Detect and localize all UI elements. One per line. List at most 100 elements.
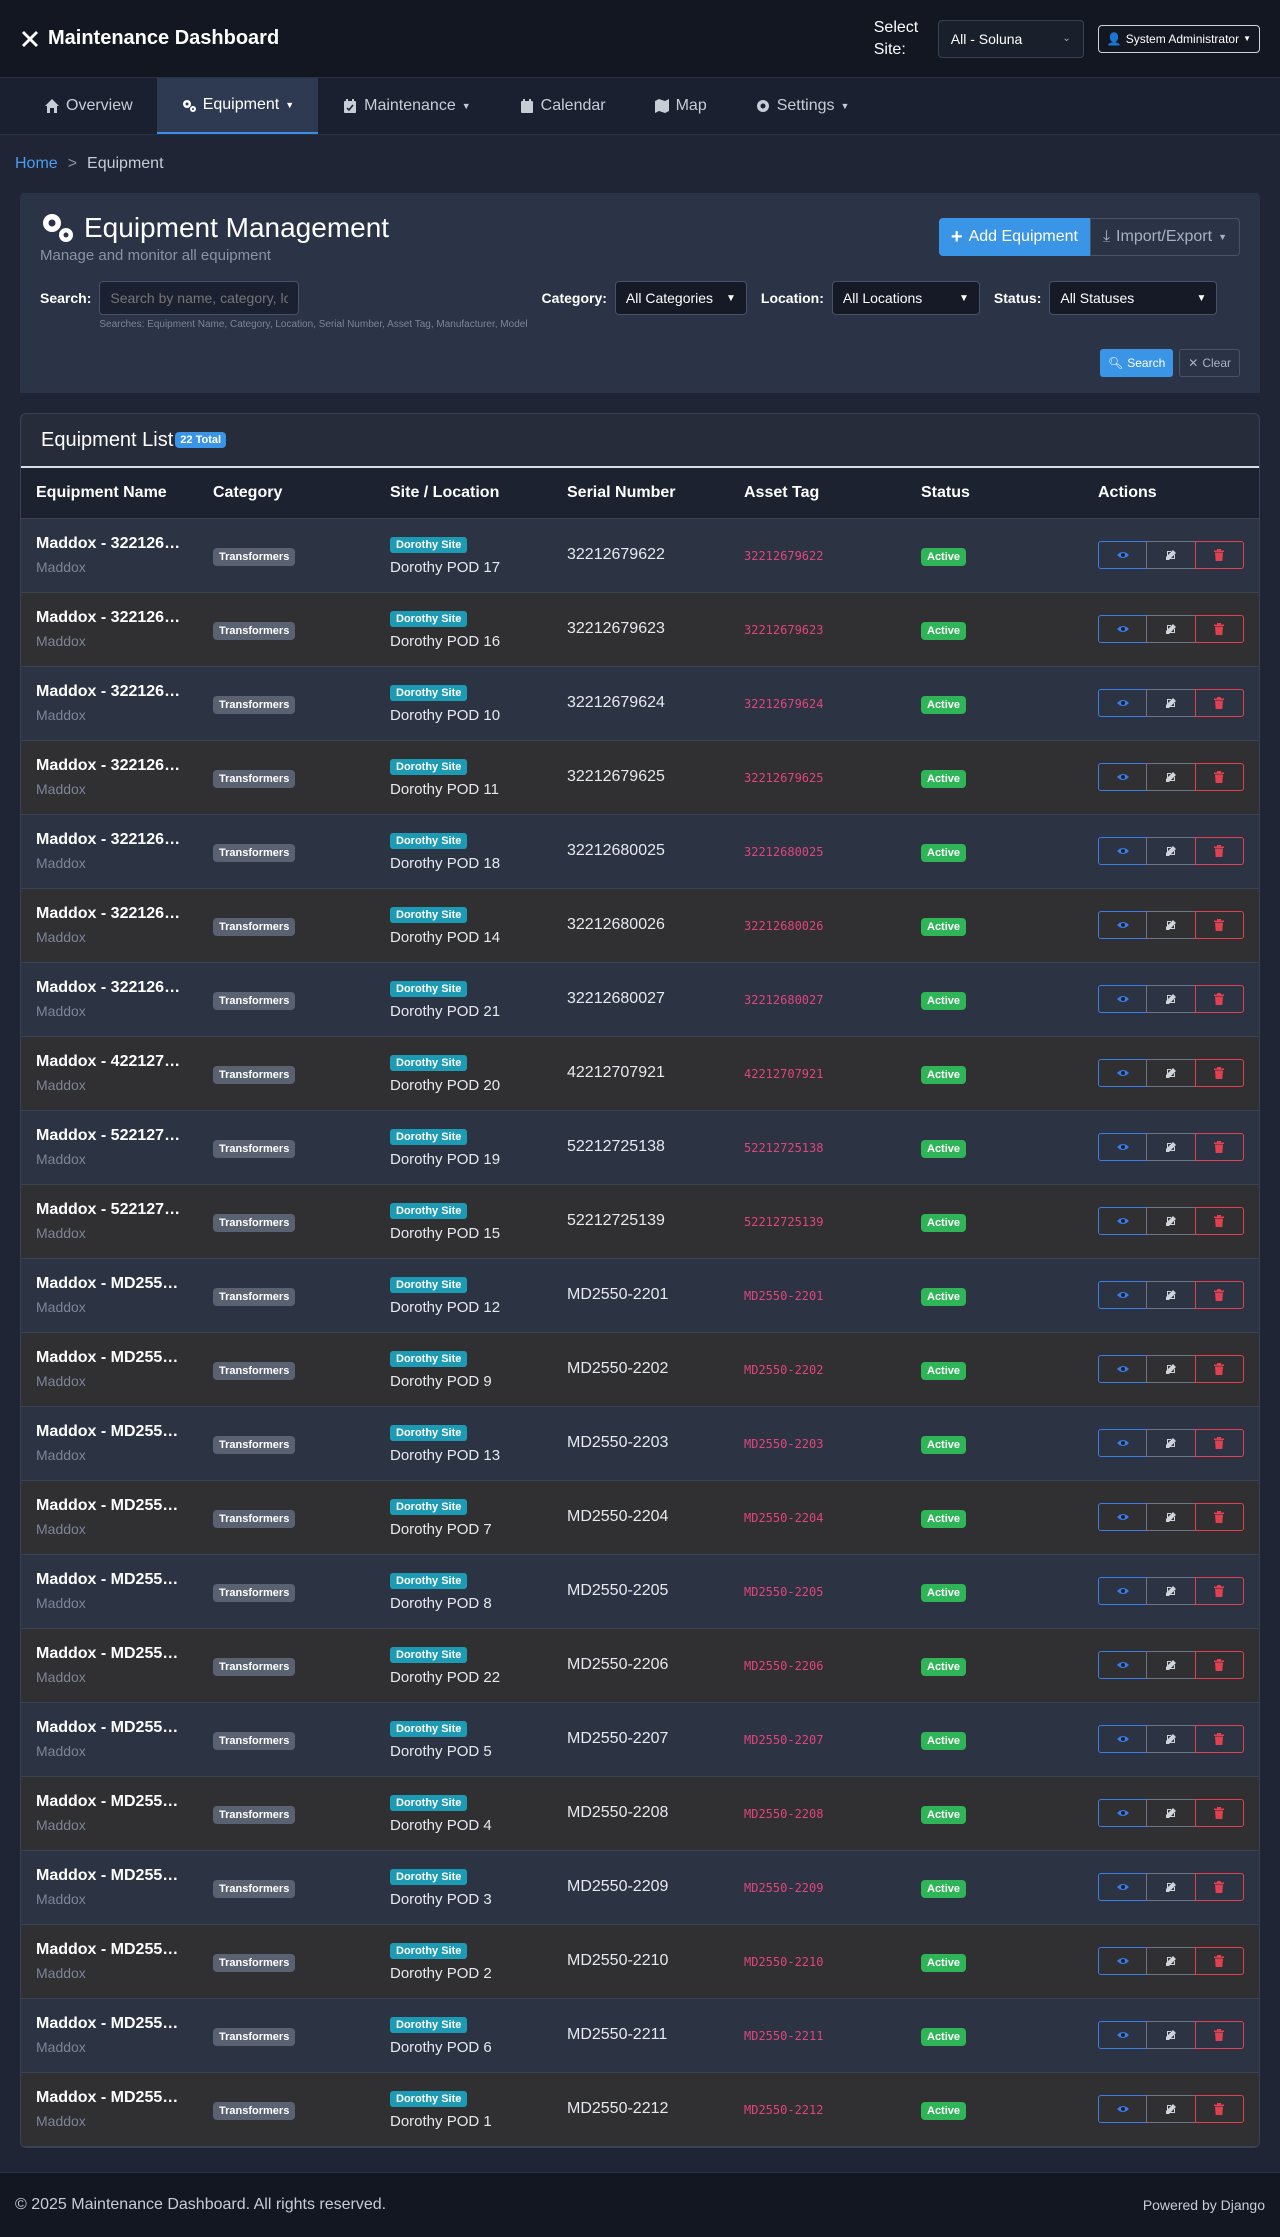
table-row[interactable]: Maddox - MD2550-2211 Maddox Transformers… (21, 1998, 1259, 2072)
delete-button[interactable] (1194, 615, 1244, 643)
nav-maintenance[interactable]: Maintenance ▼ (318, 78, 495, 134)
column-header[interactable]: Serial Number (552, 468, 729, 519)
table-row[interactable]: Maddox - MD2550-2210 Maddox Transformers… (21, 1924, 1259, 1998)
edit-button[interactable] (1146, 1799, 1196, 1827)
view-button[interactable] (1098, 1281, 1148, 1309)
nav-settings[interactable]: Settings ▼ (731, 78, 874, 134)
table-row[interactable]: Maddox - MD2550-2208 Maddox Transformers… (21, 1776, 1259, 1850)
view-button[interactable] (1098, 1577, 1148, 1605)
table-row[interactable]: Maddox - 52212725138 Maddox Transformers… (21, 1110, 1259, 1184)
status-select[interactable]: All Statuses ▼ (1049, 281, 1218, 315)
table-row[interactable]: Maddox - 32212680026 Maddox Transformers… (21, 888, 1259, 962)
delete-button[interactable] (1194, 541, 1244, 569)
delete-button[interactable] (1194, 2021, 1244, 2049)
edit-button[interactable] (1146, 1281, 1196, 1309)
delete-button[interactable] (1194, 1651, 1244, 1679)
edit-button[interactable] (1146, 615, 1196, 643)
delete-button[interactable] (1194, 763, 1244, 791)
equipment-name[interactable]: Maddox - 32212679624 (36, 683, 183, 701)
edit-button[interactable] (1146, 689, 1196, 717)
delete-button[interactable] (1194, 1133, 1244, 1161)
delete-button[interactable] (1194, 1799, 1244, 1827)
edit-button[interactable] (1146, 1429, 1196, 1457)
table-row[interactable]: Maddox - MD2550-2206 Maddox Transformers… (21, 1628, 1259, 1702)
delete-button[interactable] (1194, 985, 1244, 1013)
equipment-name[interactable]: Maddox - MD2550-2202 (36, 1349, 183, 1367)
equipment-name[interactable]: Maddox - MD2550-2206 (36, 1645, 183, 1663)
equipment-name[interactable]: Maddox - MD2550-2212 (36, 2089, 183, 2107)
view-button[interactable] (1098, 1503, 1148, 1531)
table-row[interactable]: Maddox - MD2550-2201 Maddox Transformers… (21, 1258, 1259, 1332)
equipment-name[interactable]: Maddox - MD2550-2203 (36, 1423, 183, 1441)
table-row[interactable]: Maddox - MD2550-2212 Maddox Transformers… (21, 2072, 1259, 2146)
delete-button[interactable] (1194, 1059, 1244, 1087)
equipment-name[interactable]: Maddox - 32212680026 (36, 905, 183, 923)
column-header[interactable]: Asset Tag (729, 468, 906, 519)
search-button[interactable]: 🔍︎ Search (1099, 349, 1174, 377)
edit-button[interactable] (1146, 911, 1196, 939)
edit-button[interactable] (1146, 985, 1196, 1013)
delete-button[interactable] (1194, 837, 1244, 865)
brand[interactable]: Maintenance Dashboard (20, 27, 279, 50)
delete-button[interactable] (1194, 1725, 1244, 1753)
edit-button[interactable] (1146, 2021, 1196, 2049)
edit-button[interactable] (1146, 541, 1196, 569)
table-row[interactable]: Maddox - MD2550-2203 Maddox Transformers… (21, 1406, 1259, 1480)
table-row[interactable]: Maddox - 32212679623 Maddox Transformers… (21, 592, 1259, 666)
equipment-name[interactable]: Maddox - 52212725139 (36, 1201, 183, 1219)
delete-button[interactable] (1194, 1577, 1244, 1605)
clear-button[interactable]: ✕ Clear (1179, 349, 1240, 377)
edit-button[interactable] (1146, 1133, 1196, 1161)
equipment-name[interactable]: Maddox - MD2550-2210 (36, 1941, 183, 1959)
column-header[interactable]: Status (906, 468, 1083, 519)
equipment-name[interactable]: Maddox - MD2550-2201 (36, 1275, 183, 1293)
table-row[interactable]: Maddox - MD2550-2207 Maddox Transformers… (21, 1702, 1259, 1776)
delete-button[interactable] (1194, 911, 1244, 939)
view-button[interactable] (1098, 1429, 1148, 1457)
view-button[interactable] (1098, 541, 1148, 569)
column-header[interactable]: Site / Location (375, 468, 552, 519)
delete-button[interactable] (1194, 1429, 1244, 1457)
user-menu-button[interactable]: 👤 System Administrator ▼ (1097, 24, 1260, 53)
view-button[interactable] (1098, 2095, 1148, 2123)
site-select[interactable]: All - Soluna ⌄ (937, 19, 1084, 58)
search-input[interactable] (99, 281, 300, 315)
delete-button[interactable] (1194, 1947, 1244, 1975)
equipment-name[interactable]: Maddox - 32212679622 (36, 535, 183, 553)
edit-button[interactable] (1146, 1503, 1196, 1531)
equipment-name[interactable]: Maddox - MD2550-2207 (36, 1719, 183, 1737)
equipment-name[interactable]: Maddox - 32212680027 (36, 979, 183, 997)
view-button[interactable] (1098, 1133, 1148, 1161)
edit-button[interactable] (1146, 1059, 1196, 1087)
table-row[interactable]: Maddox - MD2550-2204 Maddox Transformers… (21, 1480, 1259, 1554)
table-row[interactable]: Maddox - 32212679625 Maddox Transformers… (21, 740, 1259, 814)
table-row[interactable]: Maddox - MD2550-2209 Maddox Transformers… (21, 1850, 1259, 1924)
table-row[interactable]: Maddox - 42212707921 Maddox Transformers… (21, 1036, 1259, 1110)
table-row[interactable]: Maddox - 32212679624 Maddox Transformers… (21, 666, 1259, 740)
equipment-name[interactable]: Maddox - 32212679623 (36, 609, 183, 627)
table-row[interactable]: Maddox - 32212680027 Maddox Transformers… (21, 962, 1259, 1036)
view-button[interactable] (1098, 1873, 1148, 1901)
location-select[interactable]: All Locations ▼ (831, 281, 980, 315)
table-row[interactable]: Maddox - 32212680025 Maddox Transformers… (21, 814, 1259, 888)
edit-button[interactable] (1146, 1947, 1196, 1975)
import-export-button[interactable]: ⤓ Import/Export ▼ (1089, 218, 1240, 256)
column-header[interactable]: Category (198, 468, 375, 519)
nav-calendar[interactable]: Calendar (495, 78, 630, 134)
delete-button[interactable] (1194, 2095, 1244, 2123)
edit-button[interactable] (1146, 1355, 1196, 1383)
category-select[interactable]: All Categories ▼ (614, 281, 747, 315)
delete-button[interactable] (1194, 1503, 1244, 1531)
delete-button[interactable] (1194, 1355, 1244, 1383)
view-button[interactable] (1098, 1207, 1148, 1235)
equipment-name[interactable]: Maddox - MD2550-2204 (36, 1497, 183, 1515)
table-row[interactable]: Maddox - MD2550-2202 Maddox Transformers… (21, 1332, 1259, 1406)
add-equipment-button[interactable]: + Add Equipment (938, 218, 1090, 256)
equipment-name[interactable]: Maddox - MD2550-2209 (36, 1867, 183, 1885)
delete-button[interactable] (1194, 1281, 1244, 1309)
edit-button[interactable] (1146, 1725, 1196, 1753)
edit-button[interactable] (1146, 1873, 1196, 1901)
equipment-name[interactable]: Maddox - MD2550-2208 (36, 1793, 183, 1811)
table-row[interactable]: Maddox - 32212679622 Maddox Transformers… (21, 518, 1259, 592)
view-button[interactable] (1098, 1725, 1148, 1753)
